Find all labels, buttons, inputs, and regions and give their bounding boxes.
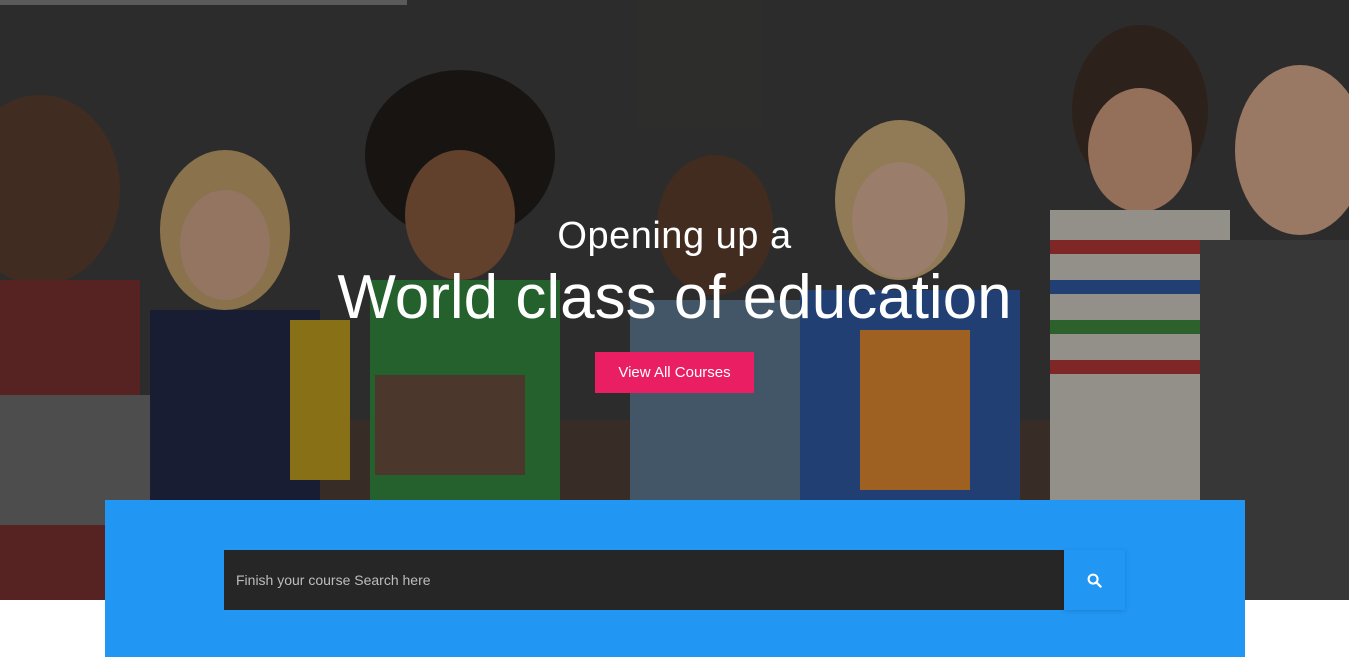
search-icon — [1087, 573, 1102, 588]
hero-title: World class of education — [337, 263, 1012, 332]
course-search-input[interactable] — [224, 550, 1064, 610]
hero-content: Opening up a World class of education Vi… — [0, 212, 1349, 393]
search-button[interactable] — [1064, 550, 1125, 610]
view-all-courses-button[interactable]: View All Courses — [595, 352, 754, 393]
search-bar — [224, 550, 1125, 610]
search-panel — [105, 500, 1245, 657]
hero-subtitle: Opening up a — [557, 215, 792, 257]
top-progress-bar — [0, 0, 407, 5]
